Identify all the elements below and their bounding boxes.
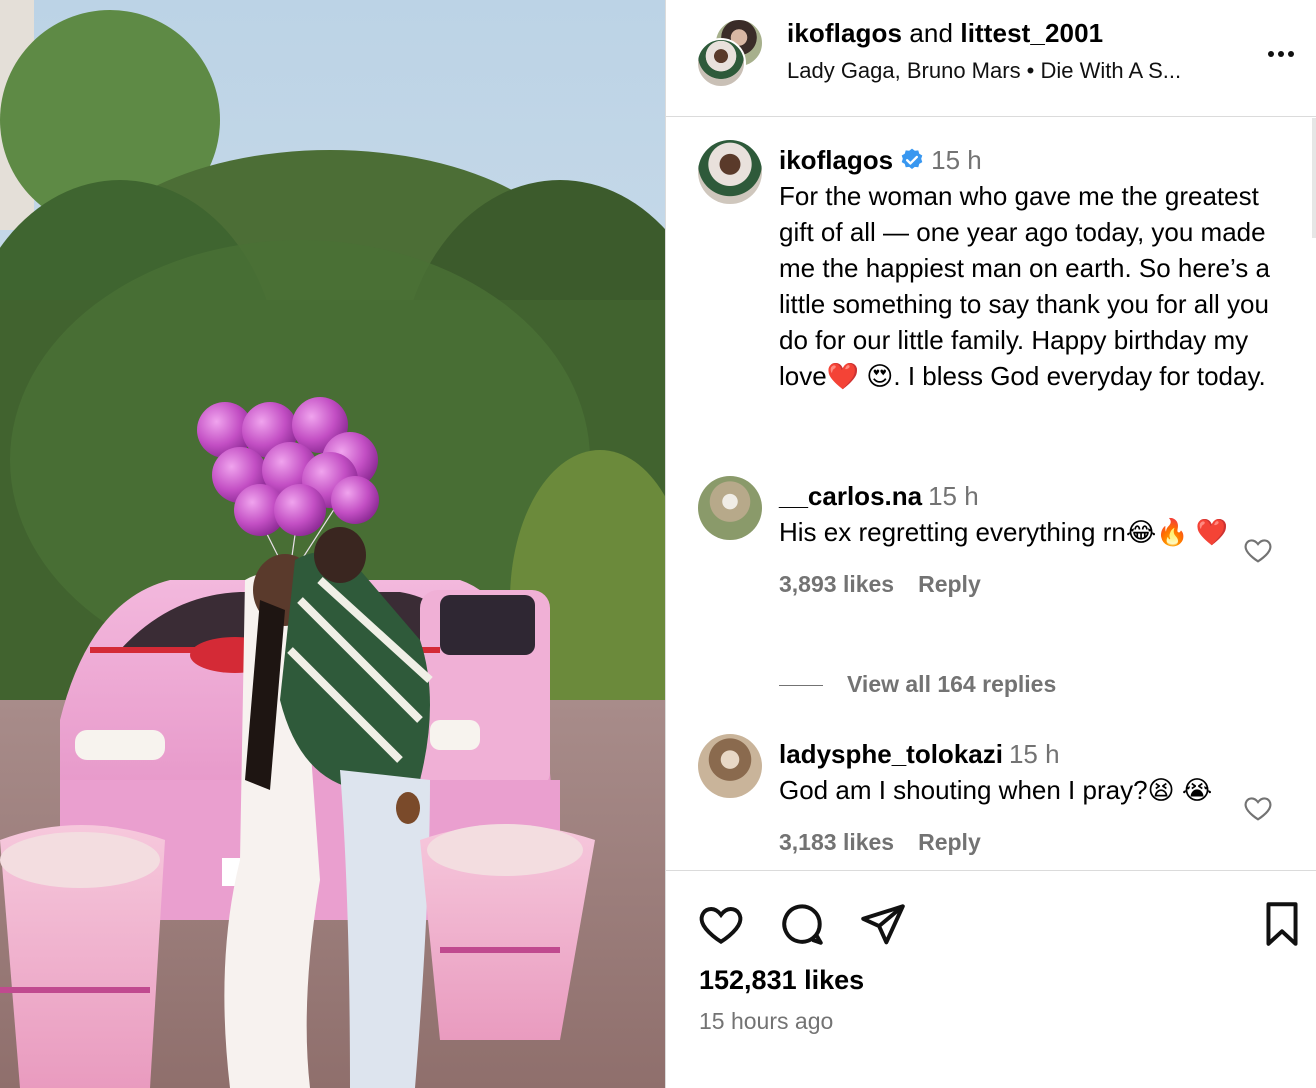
comment-text: His ex regretting everything rn😂🔥 ❤️ — [779, 517, 1229, 547]
caption-text: For the woman who gave me the greatest g… — [779, 181, 1270, 391]
author-username[interactable]: ikoflagos — [787, 18, 902, 48]
audio-link[interactable]: Lady Gaga, Bruno Mars • Die With A S... — [787, 58, 1181, 84]
comment-time: 15 h — [1008, 739, 1060, 769]
post-header: ikoflagos and littest_2001 Lady Gaga, Br… — [666, 0, 1316, 117]
collab-username[interactable]: littest_2001 — [960, 18, 1103, 48]
avatar[interactable] — [696, 38, 746, 88]
comment-likes[interactable]: 3,893 likes — [779, 571, 894, 597]
collab-title: ikoflagos and littest_2001 — [787, 18, 1103, 49]
reply-button[interactable]: Reply — [918, 829, 981, 855]
heart-icon[interactable] — [1242, 792, 1274, 824]
post-panel: ikoflagos and littest_2001 Lady Gaga, Br… — [665, 0, 1316, 1088]
collab-avatars[interactable] — [696, 18, 764, 88]
comment-username[interactable]: ladysphe_tolokazi — [779, 739, 1003, 769]
heart-icon[interactable] — [1242, 534, 1274, 566]
avatar[interactable] — [698, 140, 762, 204]
reply-button[interactable]: Reply — [918, 571, 981, 597]
more-options-button[interactable] — [1263, 36, 1299, 72]
avatar[interactable] — [698, 734, 762, 798]
scrollbar[interactable] — [1312, 118, 1316, 238]
post-media[interactable] — [0, 0, 665, 1088]
comment-icon[interactable] — [777, 899, 827, 949]
share-icon[interactable] — [858, 899, 908, 949]
comment-text: God am I shouting when I pray?😫 😭 — [779, 775, 1213, 805]
bookmark-icon[interactable] — [1257, 899, 1307, 949]
more-icon — [1268, 51, 1274, 57]
and-label: and — [909, 18, 954, 48]
comments-list[interactable]: ikoflagos 15 h For the woman who gave me … — [666, 118, 1316, 870]
post-time[interactable]: 15 hours ago — [699, 1008, 833, 1035]
comment-username[interactable]: __carlos.na — [779, 481, 922, 511]
avatar[interactable] — [698, 476, 762, 540]
post-actions: 152,831 likes 15 hours ago — [666, 870, 1316, 1088]
comment-likes[interactable]: 3,183 likes — [779, 829, 894, 855]
heart-icon[interactable] — [696, 899, 746, 949]
comment-time: 15 h — [928, 481, 979, 511]
caption-username[interactable]: ikoflagos — [779, 145, 893, 175]
likes-count[interactable]: 152,831 likes — [699, 965, 864, 996]
caption-time: 15 h — [931, 145, 982, 175]
post-photo — [0, 0, 665, 1088]
verified-icon — [901, 148, 923, 169]
view-replies-button[interactable]: View all 164 replies — [779, 671, 1056, 698]
